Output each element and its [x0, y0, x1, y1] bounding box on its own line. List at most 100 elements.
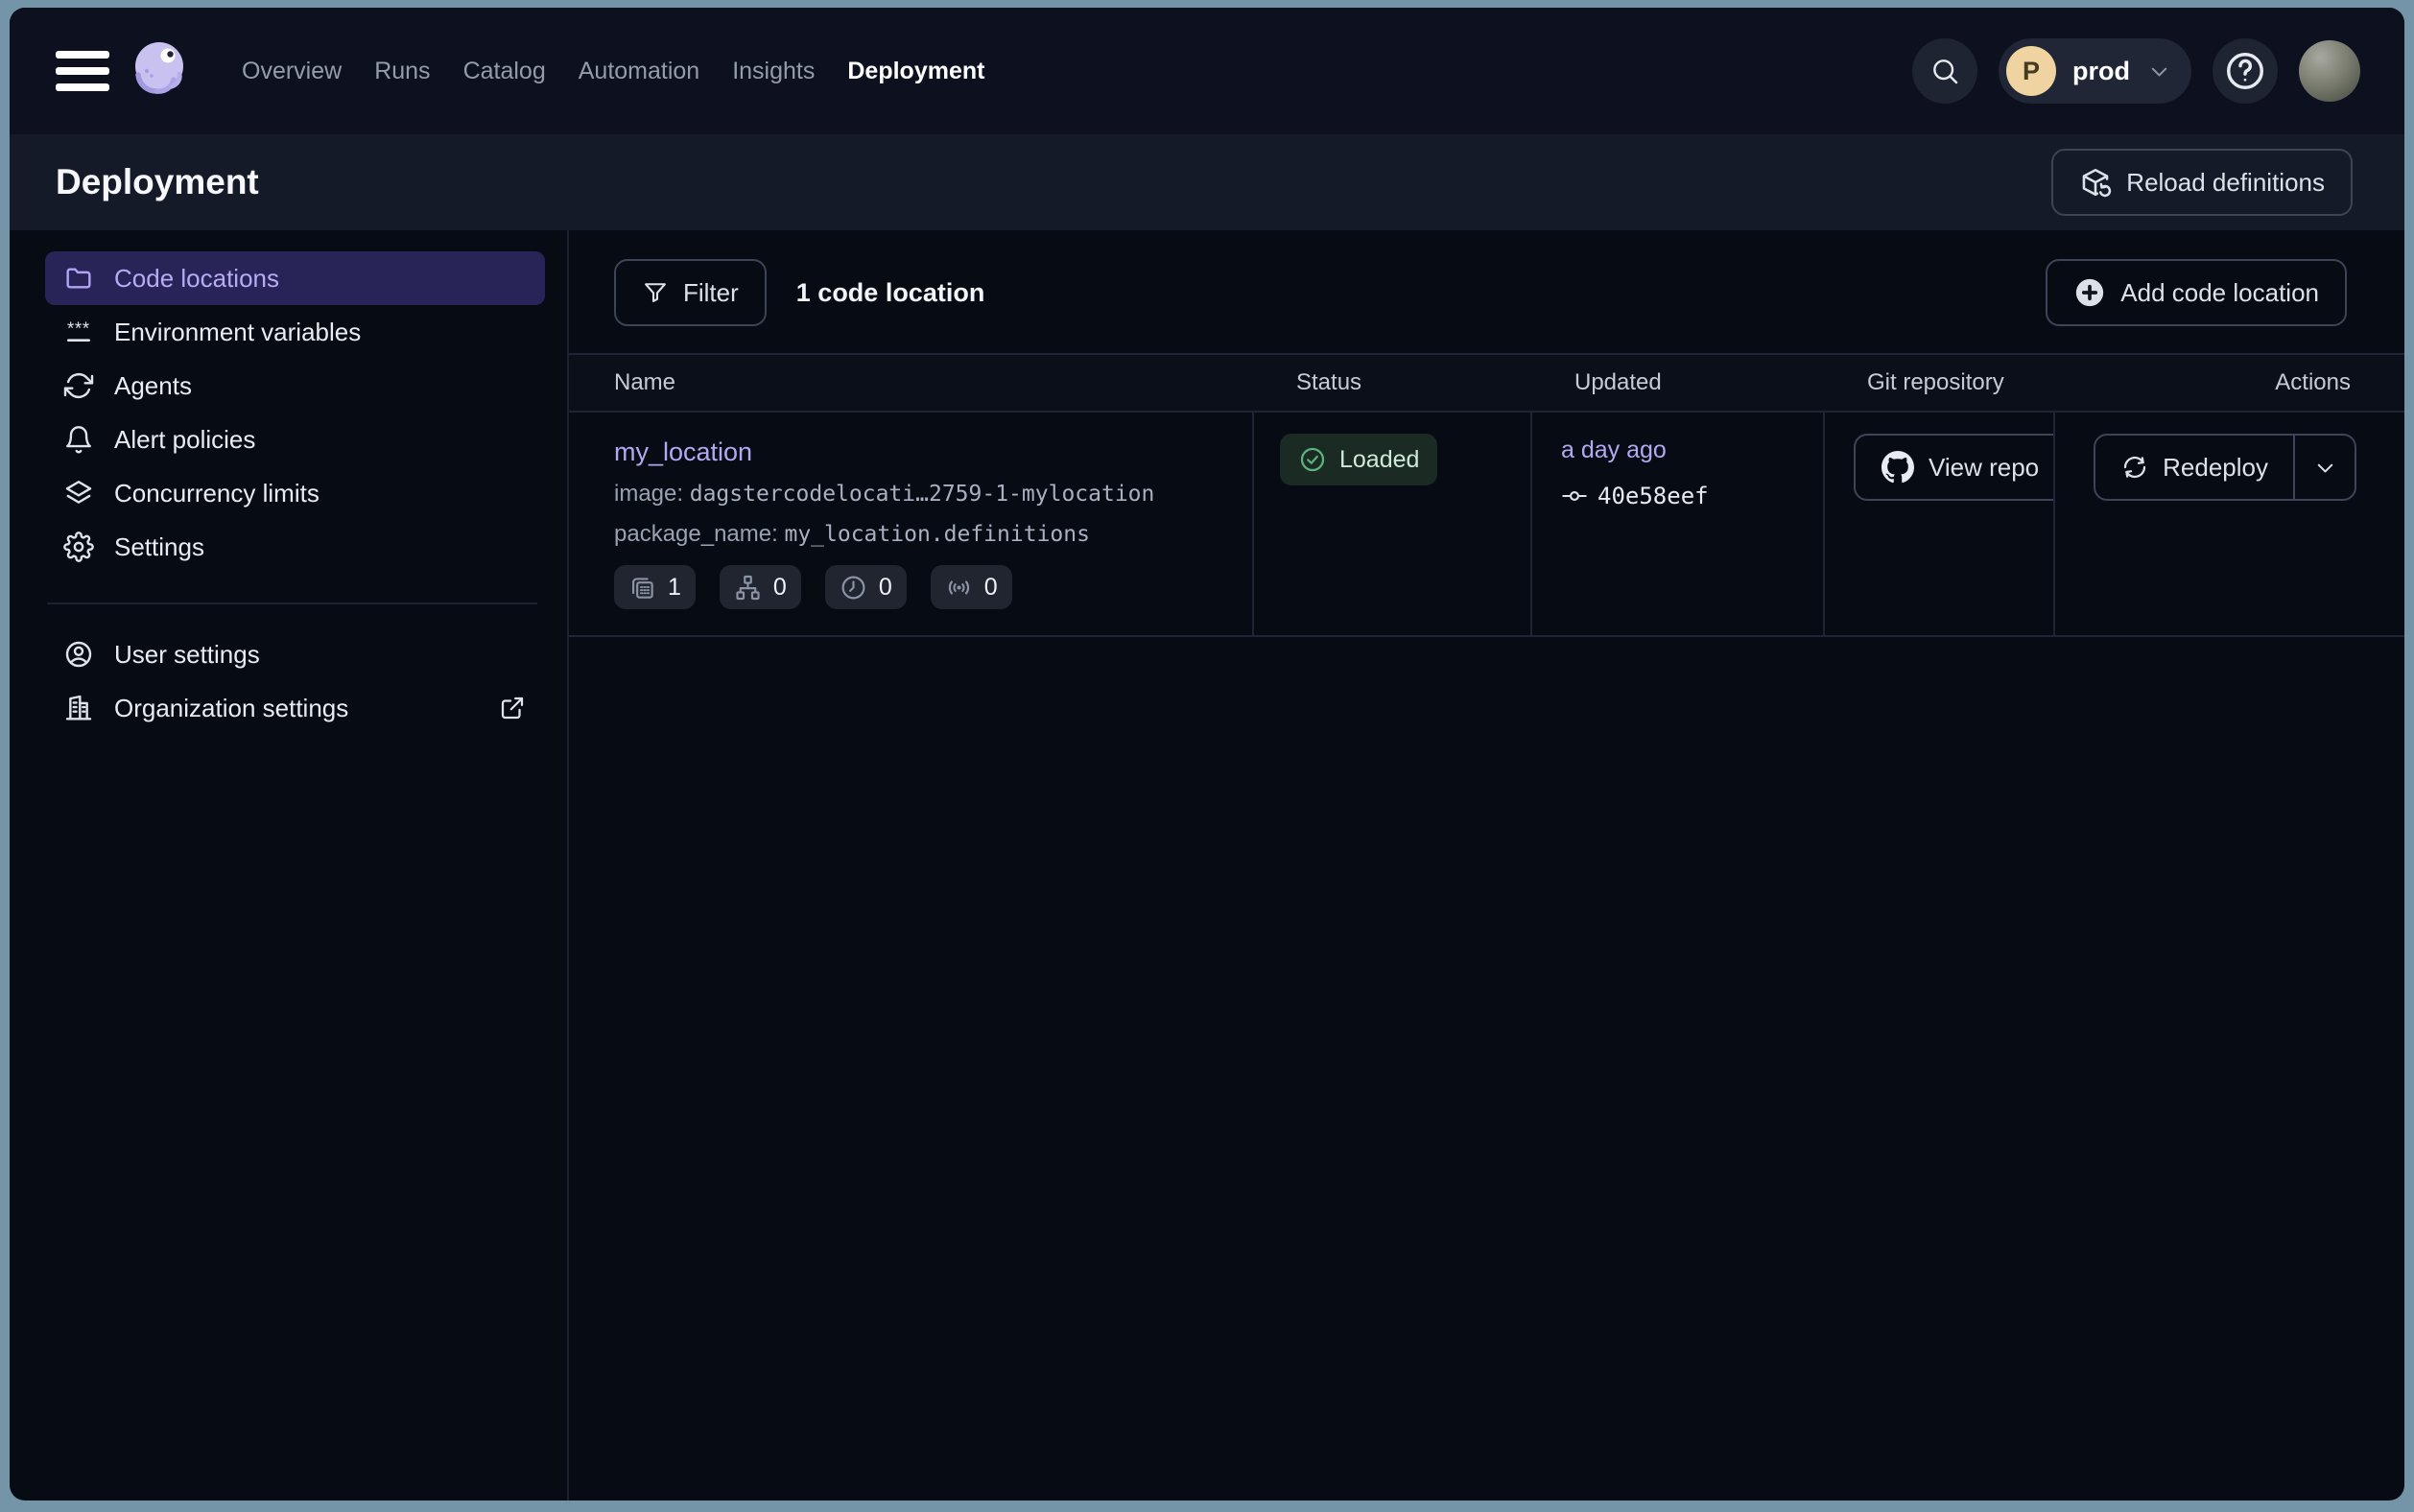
- sidebar-item-label: Code locations: [114, 264, 279, 294]
- deployment-initial-badge: P: [2006, 46, 2056, 96]
- menu-icon[interactable]: [56, 51, 109, 91]
- updated-time-link[interactable]: a day ago: [1561, 437, 1667, 464]
- refresh-icon: [63, 370, 94, 401]
- filter-button[interactable]: Filter: [614, 259, 767, 326]
- sidebar-item-user-settings[interactable]: User settings: [45, 627, 545, 681]
- deployment-name: prod: [2072, 57, 2130, 86]
- clock-icon: [840, 574, 867, 602]
- redeploy-refresh-icon: [2120, 453, 2149, 482]
- layers-icon: [63, 478, 94, 508]
- redeploy-split-button: Redeploy: [2094, 434, 2356, 501]
- nav-deployment[interactable]: Deployment: [847, 58, 984, 85]
- nav-overview[interactable]: Overview: [242, 58, 342, 85]
- assets-count: 1: [668, 574, 681, 602]
- column-header-git-repository: Git repository: [1825, 369, 2055, 396]
- top-nav: Overview Runs Catalog Automation Insight…: [10, 8, 2404, 134]
- plus-circle-icon: [2073, 276, 2106, 309]
- dagster-logo[interactable]: [127, 36, 196, 106]
- reload-definitions-button[interactable]: Reload definitions: [2051, 149, 2353, 216]
- deployment-switcher[interactable]: P prod: [1999, 38, 2191, 104]
- column-header-name: Name: [569, 369, 1254, 396]
- job-tree-icon: [734, 574, 762, 602]
- sidebar-item-label: Settings: [114, 532, 204, 562]
- view-repo-label: View repo: [1929, 453, 2039, 483]
- view-repo-button[interactable]: View repo: [1854, 434, 2055, 501]
- app-window: Overview Runs Catalog Automation Insight…: [10, 8, 2404, 1500]
- help-button[interactable]: [2213, 38, 2278, 104]
- sidebar-item-label: Concurrency limits: [114, 479, 320, 508]
- package-label: package_name:: [614, 521, 778, 547]
- svg-text:***: ***: [67, 319, 90, 339]
- status-badge: Loaded: [1280, 434, 1437, 485]
- primary-nav: Overview Runs Catalog Automation Insight…: [242, 58, 984, 85]
- search-icon: [1929, 56, 1960, 86]
- sensor-broadcast-icon: [945, 574, 973, 602]
- git-repository-cell: View repo: [1825, 413, 2055, 635]
- sidebar-divider: [47, 602, 537, 604]
- commit-hash: 40e58eef: [1598, 483, 1709, 509]
- sidebar-item-settings[interactable]: Settings: [45, 520, 545, 574]
- sidebar-item-label: Organization settings: [114, 694, 348, 723]
- sidebar-item-label: Agents: [114, 371, 192, 401]
- question-circle-icon: [2223, 49, 2267, 93]
- page-header: Deployment Reload definitions: [10, 134, 2404, 230]
- package-line: package_name: my_location.definitions: [614, 521, 1233, 548]
- sidebar-item-label: Environment variables: [114, 318, 361, 347]
- redeploy-button[interactable]: Redeploy: [2095, 436, 2293, 499]
- status-cell: Loaded: [1254, 413, 1532, 635]
- bell-icon: [63, 424, 94, 455]
- sidebar-item-organization-settings[interactable]: Organization settings: [45, 681, 545, 735]
- nav-insights[interactable]: Insights: [732, 58, 815, 85]
- reload-definitions-icon: [2079, 166, 2112, 199]
- status-label: Loaded: [1339, 446, 1419, 474]
- sidebar-item-concurrency-limits[interactable]: Concurrency limits: [45, 466, 545, 520]
- table-header: Name Status Updated Git repository Actio…: [569, 353, 2404, 413]
- user-avatar[interactable]: [2299, 40, 2360, 102]
- search-button[interactable]: [1912, 38, 1977, 104]
- github-icon: [1882, 451, 1914, 484]
- updated-cell: a day ago 40e58eef: [1532, 413, 1825, 635]
- add-code-location-button[interactable]: Add code location: [2046, 259, 2347, 326]
- sidebar-item-agents[interactable]: Agents: [45, 359, 545, 413]
- nav-runs[interactable]: Runs: [374, 58, 430, 85]
- sidebar-item-alert-policies[interactable]: Alert policies: [45, 413, 545, 466]
- jobs-count-chip: 0: [720, 565, 801, 609]
- schedules-count: 0: [879, 574, 892, 602]
- name-cell: my_location image: dagstercodelocati…275…: [569, 413, 1254, 635]
- assets-icon: [628, 574, 656, 602]
- sidebar-item-label: User settings: [114, 640, 260, 670]
- image-label: image:: [614, 481, 683, 507]
- check-circle-icon: [1298, 445, 1327, 474]
- user-circle-icon: [63, 639, 94, 670]
- sidebar-item-label: Alert policies: [114, 425, 255, 455]
- filter-icon: [642, 279, 669, 306]
- sensors-count: 0: [984, 574, 998, 602]
- gear-icon: [63, 532, 94, 562]
- definition-count-chips: 1 0: [614, 565, 1233, 609]
- sidebar-item-code-locations[interactable]: Code locations: [45, 251, 545, 305]
- code-location-link[interactable]: my_location: [614, 437, 752, 467]
- image-line: image: dagstercodelocati…2759-1-mylocati…: [614, 481, 1233, 508]
- nav-automation[interactable]: Automation: [579, 58, 699, 85]
- chevron-down-icon: [2146, 59, 2172, 84]
- nav-catalog[interactable]: Catalog: [463, 58, 546, 85]
- image-value: dagstercodelocati…2759-1-mylocation: [690, 482, 1155, 507]
- page-title: Deployment: [56, 162, 259, 202]
- column-header-updated: Updated: [1532, 369, 1825, 396]
- sidebar-item-environment-variables[interactable]: *** Environment variables: [45, 305, 545, 359]
- toolbar: Filter 1 code location Add code location: [614, 259, 2347, 326]
- add-code-location-label: Add code location: [2120, 278, 2319, 308]
- commit-icon: [1561, 483, 1588, 509]
- code-location-count: 1 code location: [796, 278, 985, 308]
- package-value: my_location.definitions: [784, 522, 1090, 547]
- column-header-status: Status: [1254, 369, 1532, 396]
- folder-icon: [63, 263, 94, 294]
- table-row: my_location image: dagstercodelocati…275…: [569, 413, 2404, 637]
- masked-secrets-icon: ***: [63, 317, 94, 347]
- reload-definitions-label: Reload definitions: [2126, 168, 2325, 198]
- redeploy-label: Redeploy: [2163, 453, 2268, 483]
- deployment-sidebar: Code locations *** Environment variables…: [10, 230, 569, 1500]
- schedules-count-chip: 0: [825, 565, 907, 609]
- code-locations-panel: Filter 1 code location Add code location…: [569, 230, 2404, 1500]
- redeploy-more-button[interactable]: [2295, 436, 2355, 499]
